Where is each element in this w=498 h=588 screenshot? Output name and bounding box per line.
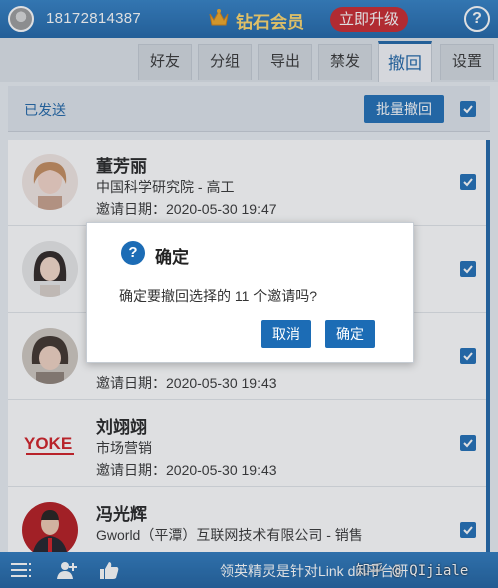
dialog-title: 确定 bbox=[155, 248, 189, 267]
question-icon: ? bbox=[121, 241, 145, 265]
dialog-message: 确定要撤回选择的 11 个邀请吗? bbox=[119, 288, 318, 304]
confirm-dialog: ? 确定 确定要撤回选择的 11 个邀请吗? 取消 确定 bbox=[86, 222, 414, 363]
confirm-button[interactable]: 确定 bbox=[325, 320, 375, 348]
cancel-button[interactable]: 取消 bbox=[261, 320, 311, 348]
